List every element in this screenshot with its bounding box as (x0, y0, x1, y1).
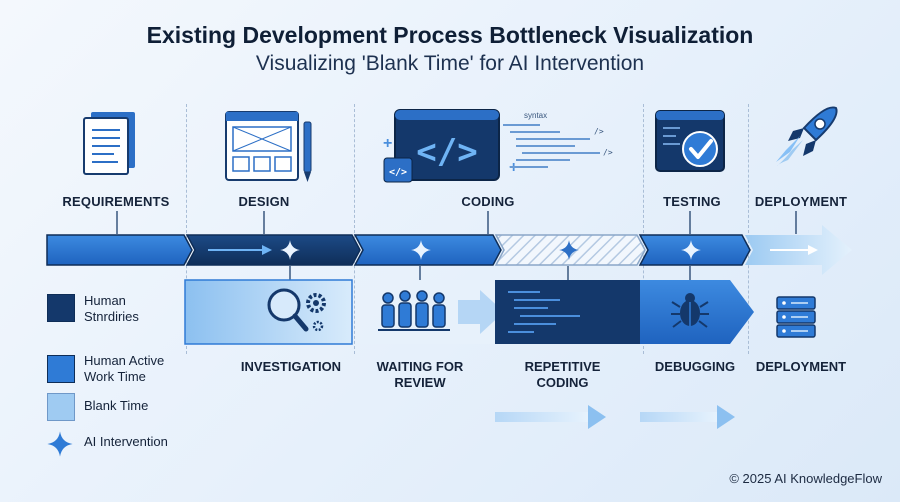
code-window-icon: </> </> + + (383, 109, 600, 183)
legend-label: Human Stnrdiries (84, 293, 139, 324)
stage-label-coding: CODING (461, 194, 515, 209)
legend-label: Blank Time (84, 398, 149, 413)
checkmark-monitor-icon (655, 110, 725, 172)
stage-label-design: DESIGN (238, 194, 290, 209)
svg-text:+: + (383, 135, 392, 152)
legend-swatch-active (47, 355, 75, 383)
wireframe-pencil-icon (225, 111, 312, 182)
legend-swatch-dark (47, 294, 75, 322)
flow-arrows (495, 405, 735, 429)
legend-label: AI Intervention (84, 434, 168, 449)
task-label-deployment: DEPLOYMENT (755, 359, 847, 374)
svg-text:</>: </> (389, 167, 407, 178)
server-icon (776, 296, 816, 338)
legend-label: Human Active Work Time (84, 353, 165, 384)
code-snippet-tag: /> (594, 127, 604, 136)
document-stack-icon (83, 112, 135, 175)
task-label-waiting: WAITING FOR REVIEW (376, 359, 464, 390)
code-snippet-tag: /> (603, 148, 613, 157)
sparkle-icon (47, 431, 73, 457)
task-label-repetitive: REPETITIVE CODING (524, 359, 601, 390)
copyright-text: © 2025 AI KnowledgeFlow (729, 471, 882, 486)
code-snippet-label: syntax (524, 111, 547, 120)
rocket-icon (776, 106, 838, 166)
task-label-investigation: INVESTIGATION (240, 359, 342, 374)
svg-text:</>: </> (416, 132, 477, 172)
stage-label-requirements: REQUIREMENTS (62, 194, 170, 209)
stage-label-deployment: DEPLOYMENT (754, 194, 848, 209)
timeline-bar (46, 225, 852, 275)
legend-swatch-blank (47, 393, 75, 421)
process-diagram: </> </> + + syntax /> /> (46, 106, 852, 457)
bar-segment-requirements (46, 234, 193, 266)
